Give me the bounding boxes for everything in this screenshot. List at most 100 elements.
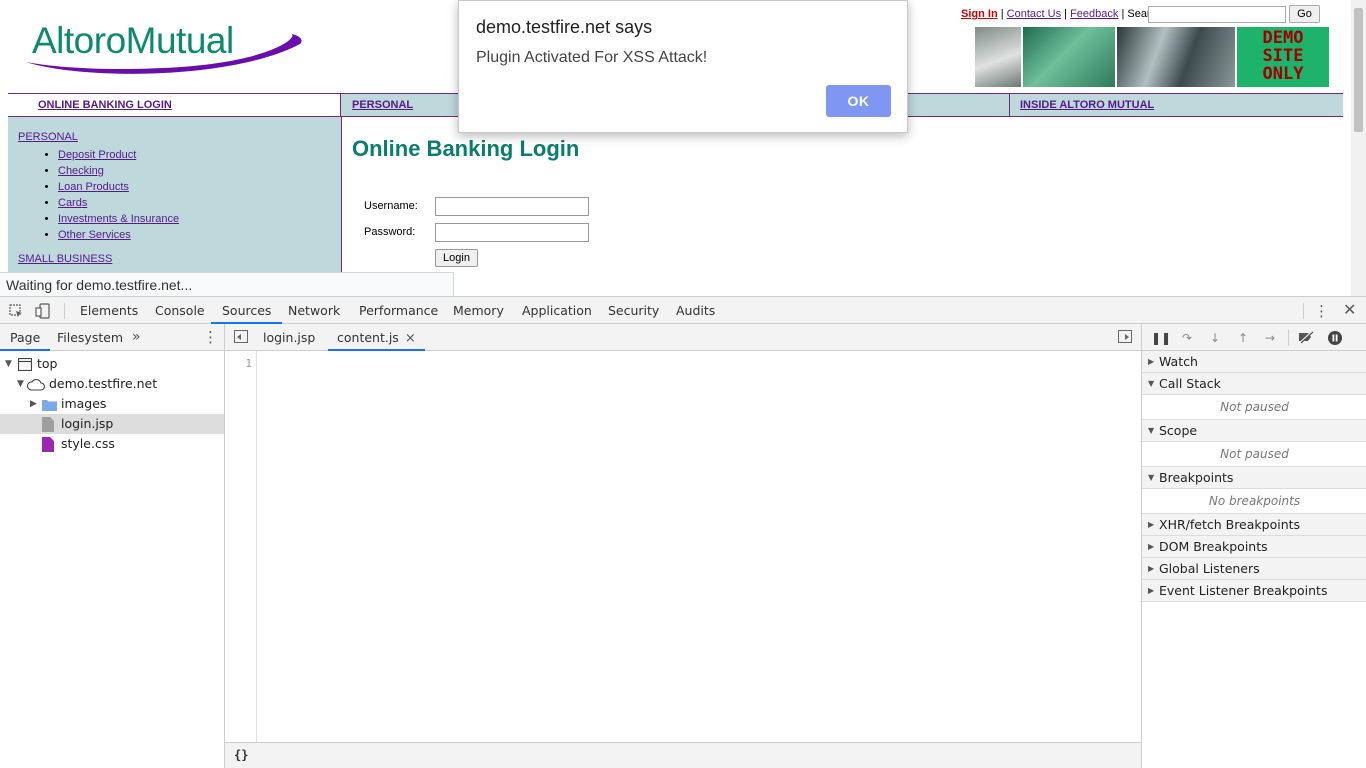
tab-elements[interactable]: Elements [80,297,138,324]
debugger-sidebar: ❚❚ ↷ ↓ ↑ → ▶ Watch ▼ Call Stack Not paused… [1141,324,1366,768]
step-icon[interactable]: → [1262,330,1278,346]
list-item: Cards [58,197,179,213]
sidebar-item-loans[interactable]: Loan Products [58,181,129,193]
sidebar-small-business-heading[interactable]: SMALL BUSINESS [18,253,112,265]
more-tabs-icon[interactable]: » [132,324,141,351]
site-search-input[interactable] [1148,6,1286,23]
tab-console[interactable]: Console [155,297,205,324]
section-call-stack[interactable]: ▼ Call Stack [1142,373,1366,395]
section-dom-breakpoints[interactable]: ▶ DOM Breakpoints [1142,536,1366,558]
username-field[interactable] [435,197,589,216]
sidebar-item-cards[interactable]: Cards [58,197,87,209]
tab-page[interactable]: Page [0,324,51,351]
section-label: Scope [1159,423,1198,438]
demo-text-line: DEMO [1262,28,1304,48]
tab-performance[interactable]: Performance [359,297,438,324]
toolbar-separator [64,303,65,319]
link-separator: | [1000,8,1004,20]
pretty-print-button[interactable]: {} [234,748,248,762]
nav-online-banking-login[interactable]: ONLINE BANKING LOGIN [38,99,172,111]
tab-audits[interactable]: Audits [676,297,715,324]
top-links: Sign In | Contact Us | Feedback | Search [961,8,1162,20]
section-scope[interactable]: ▼ Scope [1142,420,1366,442]
section-global-listeners[interactable]: ▶ Global Listeners [1142,558,1366,580]
navigator-menu-icon[interactable]: ⋮ [203,324,218,351]
section-breakpoints[interactable]: ▼ Breakpoints [1142,467,1366,489]
collapsed-arrow-icon: ▶ [1148,564,1155,573]
close-tab-icon[interactable]: × [405,331,416,346]
close-devtools-icon[interactable]: ✕ [1343,300,1356,319]
pause-on-exceptions-icon[interactable] [1327,330,1343,346]
sidebar-item-checking[interactable]: Checking [58,165,104,177]
login-page-title: Online Banking Login [352,136,580,161]
toggle-navigator-icon[interactable] [234,330,248,343]
tab-sources[interactable]: Sources [211,297,283,324]
section-label: Breakpoints [1159,470,1234,485]
tree-label: images [61,396,107,411]
banner-photo-business [1117,27,1235,87]
tree-item-top[interactable]: ▼ top [0,354,224,374]
editor-tab-login-jsp[interactable]: login.jsp [263,324,315,351]
tree-item-images[interactable]: ▶ images [0,394,224,414]
source-editor: login.jsp content.js × 1 {} [225,324,1141,768]
sidebar-personal-heading[interactable]: PERSONAL [18,131,78,143]
collapsed-arrow-icon: ▶ [30,399,37,409]
section-event-listener-breakpoints[interactable]: ▶ Event Listener Breakpoints [1142,580,1366,602]
step-over-icon[interactable]: ↷ [1179,330,1195,346]
nav-inside-altoro[interactable]: INSIDE ALTORO MUTUAL [1020,99,1154,111]
tab-application[interactable]: Application [522,297,592,324]
expanded-arrow-icon: ▼ [1148,473,1155,482]
password-field[interactable] [435,223,589,242]
inspect-element-icon[interactable] [8,303,24,319]
css-file-icon [42,437,54,458]
sign-in-link[interactable]: Sign In [961,8,998,20]
step-into-icon[interactable]: ↓ [1207,330,1223,346]
tree-item-style-css[interactable]: style.css [0,434,224,454]
tree-label: style.css [61,436,115,451]
collapsed-arrow-icon: ▶ [1148,520,1155,529]
tree-item-domain[interactable]: ▼ demo.testfire.net [0,374,224,394]
section-label: DOM Breakpoints [1159,539,1268,554]
list-item: Checking [58,165,179,181]
feedback-link[interactable]: Feedback [1070,8,1118,20]
scrollbar-thumb[interactable] [1354,8,1363,132]
tree-label: top [37,356,58,371]
sidebar-item-other[interactable]: Other Services [58,229,131,241]
editor-tab-content-js[interactable]: content.js × [328,324,425,351]
scope-status: Not paused [1142,442,1366,467]
toolbar-separator [1288,330,1289,346]
banner-photo-money [1023,27,1115,87]
page-scrollbar[interactable] [1351,0,1366,296]
toggle-debugger-icon[interactable] [1118,330,1132,343]
tree-item-login-jsp[interactable]: login.jsp [0,414,224,434]
tab-network[interactable]: Network [288,297,340,324]
line-number-gutter: 1 [225,351,257,742]
more-options-icon[interactable]: ⋮ [1314,302,1329,320]
left-sidebar: PERSONAL Deposit Product Checking Loan P… [8,117,342,296]
header-banner: DEMO SITE ONLY [975,27,1329,87]
step-out-icon[interactable]: ↑ [1235,330,1251,346]
alert-ok-button[interactable]: OK [826,85,891,117]
tab-memory[interactable]: Memory [453,297,504,324]
tab-filesystem[interactable]: Filesystem [57,324,123,351]
search-go-button[interactable]: Go [1289,5,1320,23]
device-toolbar-icon[interactable] [35,303,51,319]
collapsed-arrow-icon: ▶ [1148,542,1155,551]
section-label: Watch [1159,354,1198,369]
sidebar-item-deposit[interactable]: Deposit Product [58,149,136,161]
alert-title: demo.testfire.net says [476,17,653,37]
sidebar-item-investments[interactable]: Investments & Insurance [58,213,179,225]
login-button[interactable]: Login [435,249,478,267]
section-watch[interactable]: ▶ Watch [1142,351,1366,373]
expanded-arrow-icon: ▼ [5,359,12,369]
nav-personal[interactable]: PERSONAL [352,99,413,111]
deactivate-breakpoints-icon[interactable] [1298,330,1314,346]
link-separator: | [1121,8,1125,20]
tab-security[interactable]: Security [608,297,659,324]
pause-icon[interactable]: ❚❚ [1151,330,1171,346]
section-xhr-breakpoints[interactable]: ▶ XHR/fetch Breakpoints [1142,514,1366,536]
section-label: Event Listener Breakpoints [1159,583,1328,598]
altoro-logo[interactable]: AltoroMutual [22,14,307,76]
demo-text-line: SITE [1262,46,1304,66]
contact-us-link[interactable]: Contact Us [1007,8,1061,20]
